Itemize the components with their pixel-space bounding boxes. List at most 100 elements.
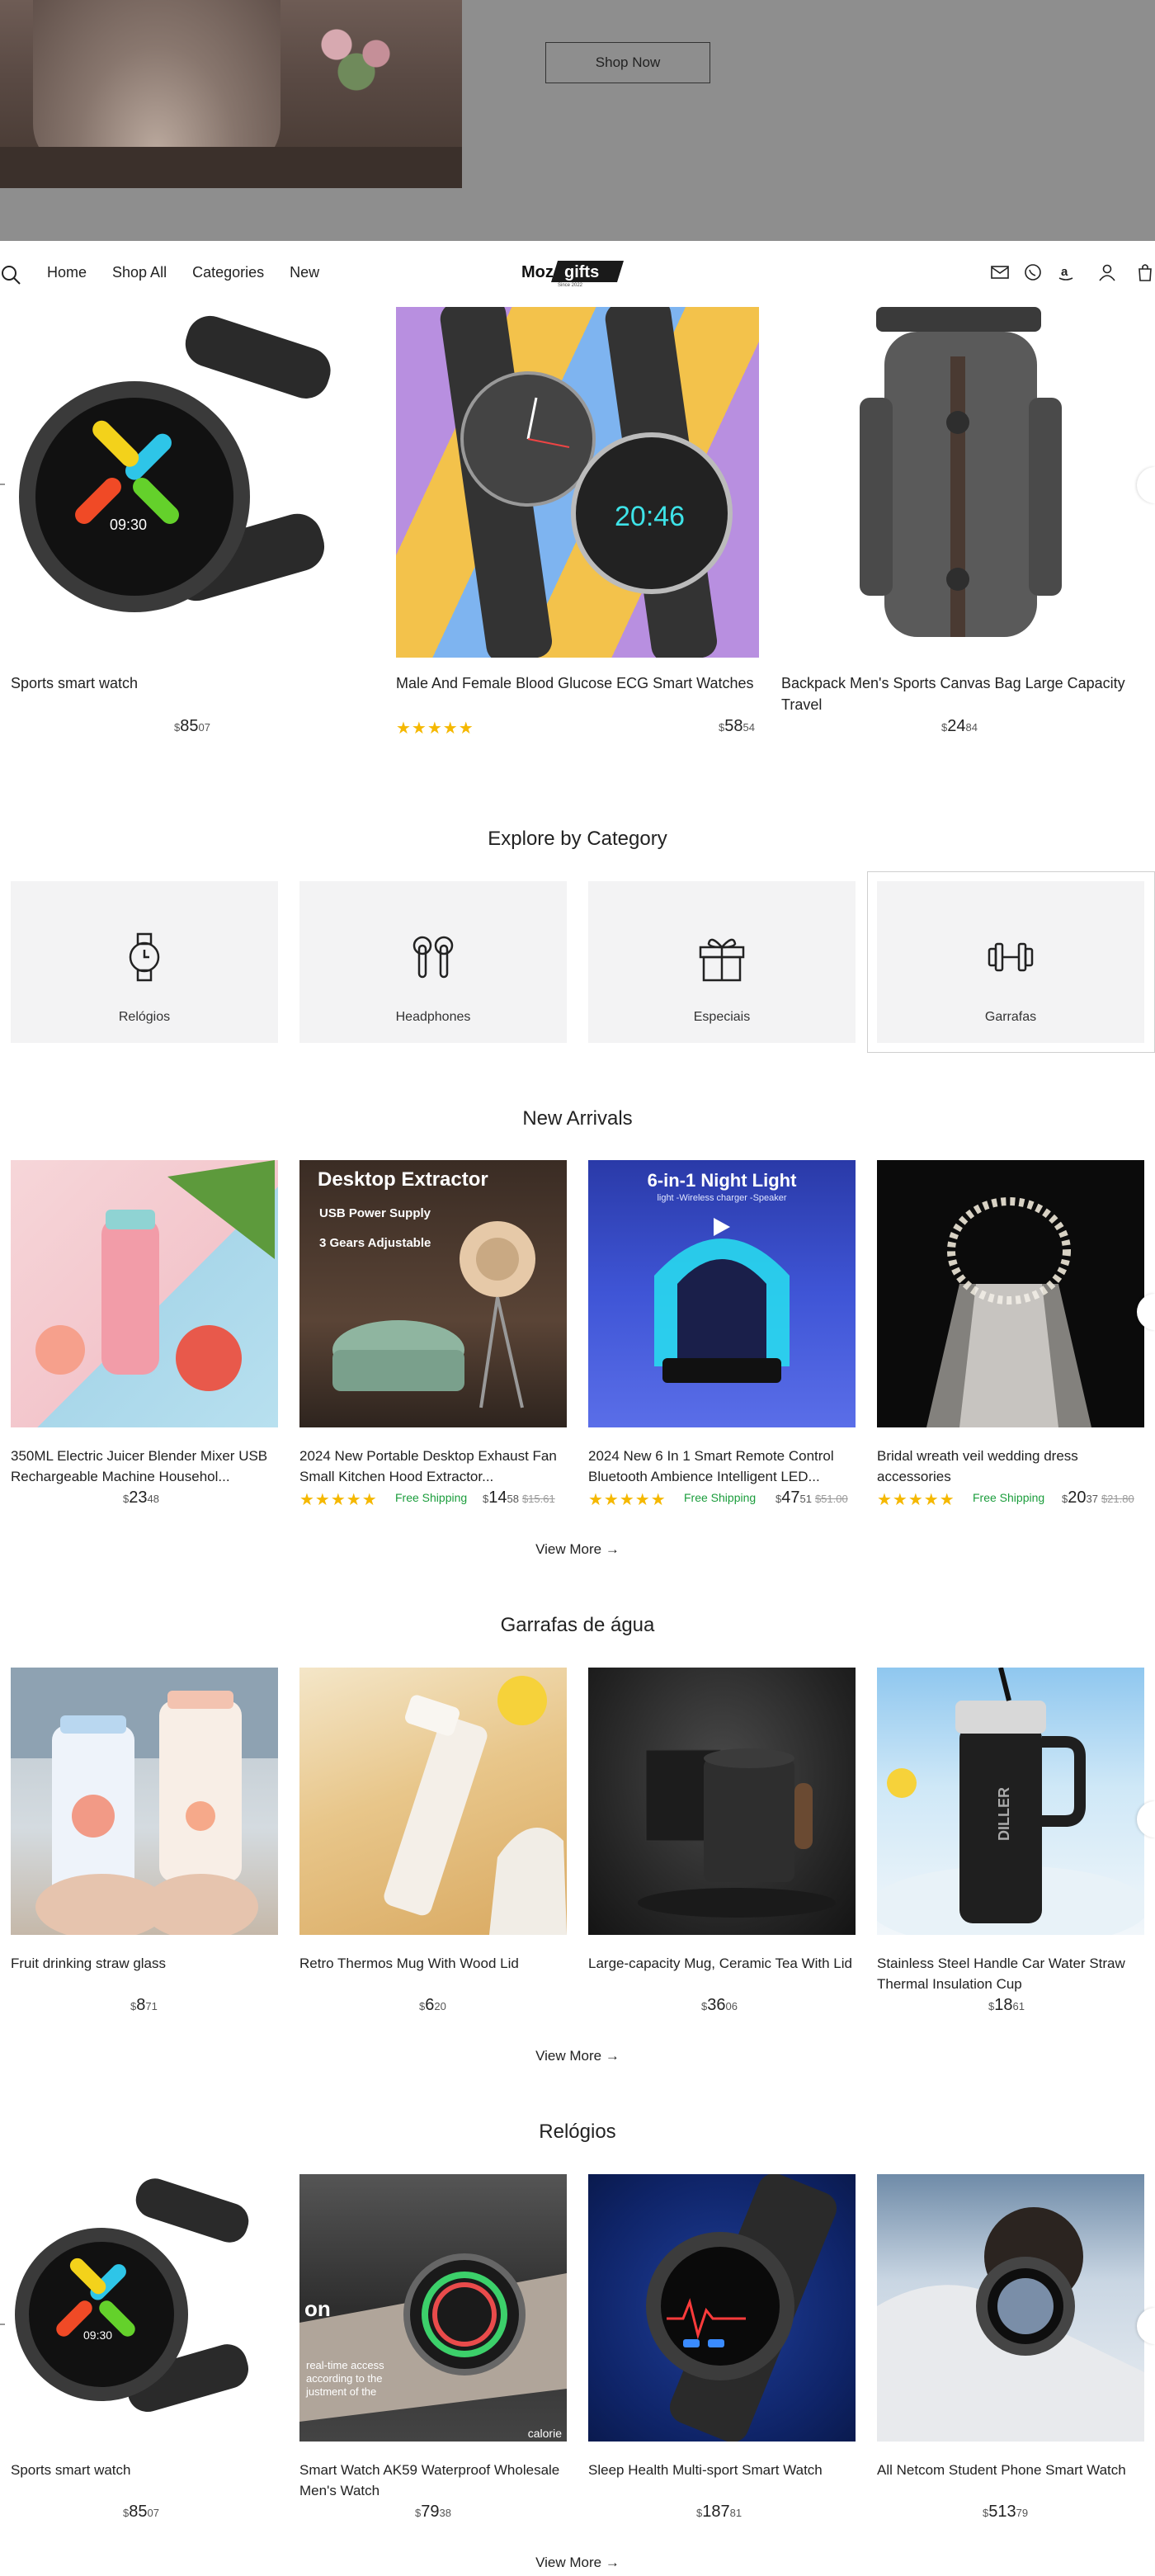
product-image[interactable] bbox=[877, 2174, 1144, 2442]
earbuds-icon bbox=[412, 936, 454, 979]
product-price: $2484 bbox=[941, 717, 978, 735]
product-card[interactable]: 350ML Electric Juicer Blender Mixer USB … bbox=[11, 1160, 278, 1508]
mail-icon[interactable] bbox=[990, 262, 1010, 282]
product-title[interactable]: 2024 New 6 In 1 Smart Remote Control Blu… bbox=[588, 1446, 856, 1487]
product-card[interactable]: Backpack Men's Sports Canvas Bag Large C… bbox=[781, 307, 1144, 737]
product-title[interactable]: Stainless Steel Handle Car Water Straw T… bbox=[877, 1953, 1144, 1994]
product-card[interactable]: 09:30 Sports smart watch $8507 bbox=[11, 2174, 278, 2522]
product-card[interactable]: 20:46 Male And Female Blood Glucose ECG … bbox=[396, 307, 759, 738]
section-title: New Arrivals bbox=[522, 1107, 633, 1130]
category-label: Relógios bbox=[118, 1010, 171, 1024]
amazon-icon[interactable]: a bbox=[1056, 262, 1076, 282]
product-title[interactable]: Retro Thermos Mug With Wood Lid bbox=[299, 1953, 567, 1994]
cart-icon[interactable] bbox=[1135, 262, 1155, 282]
nav-shop-all[interactable]: Shop All bbox=[112, 264, 167, 281]
product-image[interactable]: 6-in-1 Night Light light -Wireless charg… bbox=[588, 1160, 856, 1427]
section-title: Relógios bbox=[539, 2121, 616, 2143]
product-title[interactable]: Fruit drinking straw glass bbox=[11, 1953, 278, 1994]
product-image[interactable] bbox=[588, 2174, 856, 2442]
product-image[interactable]: DILLER bbox=[877, 1668, 1144, 1935]
section-title: Explore by Category bbox=[488, 828, 667, 850]
category-garrafas[interactable]: Garrafas bbox=[877, 881, 1144, 1043]
rating-stars: ★★★★★ bbox=[588, 1491, 667, 1509]
product-image[interactable]: on real-time access according to the jus… bbox=[299, 2174, 567, 2442]
slider-prev-indicator[interactable] bbox=[0, 484, 5, 485]
product-title[interactable]: Sports smart watch bbox=[11, 2460, 278, 2501]
nav-home[interactable]: Home bbox=[47, 264, 87, 281]
product-card[interactable]: Large-capacity Mug, Ceramic Tea With Lid… bbox=[588, 1668, 856, 2016]
rating-stars: ★★★★★ bbox=[396, 719, 474, 738]
product-card[interactable]: Fruit drinking straw glass $871 bbox=[11, 1668, 278, 2016]
svg-text:09:30: 09:30 bbox=[110, 517, 147, 533]
product-card[interactable]: DILLER Stainless Steel Handle Car Water … bbox=[877, 1668, 1144, 2016]
view-more-link[interactable]: View More → bbox=[0, 2555, 1155, 2571]
product-image[interactable] bbox=[877, 1160, 1144, 1427]
product-title[interactable]: 2024 New Portable Desktop Exhaust Fan Sm… bbox=[299, 1446, 567, 1487]
account-icon[interactable] bbox=[1097, 262, 1117, 282]
product-image[interactable]: 09:30 bbox=[11, 307, 374, 658]
product-image[interactable] bbox=[299, 1668, 567, 1935]
nav-categories[interactable]: Categories bbox=[192, 264, 264, 281]
hero-banner: Shop Now bbox=[0, 0, 1155, 241]
view-more-link[interactable]: View More → bbox=[0, 1541, 1155, 1558]
product-title[interactable]: 350ML Electric Juicer Blender Mixer USB … bbox=[11, 1446, 278, 1487]
product-title[interactable]: Backpack Men's Sports Canvas Bag Large C… bbox=[781, 672, 1144, 715]
hero-image bbox=[0, 0, 462, 188]
section-title: Garrafas de água bbox=[500, 1614, 655, 1636]
product-price: $1458 $15.61 bbox=[483, 1489, 555, 1507]
category-label: Garrafas bbox=[984, 1010, 1037, 1024]
product-image[interactable]: Desktop Extractor USB Power Supply 3 Gea… bbox=[299, 1160, 567, 1427]
whatsapp-icon[interactable] bbox=[1023, 262, 1043, 282]
product-title[interactable]: Male And Female Blood Glucose ECG Smart … bbox=[396, 672, 759, 715]
image-caption: calorie bbox=[527, 2427, 562, 2440]
product-image[interactable]: 09:30 bbox=[11, 2174, 278, 2442]
product-price: $8507 bbox=[123, 2503, 159, 2521]
category-label: Especiais bbox=[693, 1010, 751, 1024]
svg-text:09:30: 09:30 bbox=[83, 2328, 112, 2342]
product-image[interactable] bbox=[781, 307, 1144, 658]
site-logo[interactable]: Moz gifts Since 2022 bbox=[521, 257, 625, 288]
product-title[interactable]: Sleep Health Multi-sport Smart Watch bbox=[588, 2460, 856, 2501]
product-card[interactable]: Bridal wreath veil wedding dress accesso… bbox=[877, 1160, 1144, 1509]
category-headphones[interactable]: Headphones bbox=[299, 881, 567, 1043]
product-card[interactable]: Retro Thermos Mug With Wood Lid $620 bbox=[299, 1668, 567, 2016]
product-price: $1861 bbox=[988, 1996, 1025, 2014]
product-image[interactable] bbox=[11, 1160, 278, 1427]
arrow-right-icon: → bbox=[605, 2555, 620, 2570]
product-card[interactable]: on real-time access according to the jus… bbox=[299, 2174, 567, 2522]
arrow-right-icon: → bbox=[605, 1541, 620, 1557]
search-icon[interactable] bbox=[0, 264, 21, 285]
product-image[interactable] bbox=[11, 1668, 278, 1935]
product-title[interactable]: Smart Watch AK59 Waterproof Wholesale Me… bbox=[299, 2460, 567, 2501]
product-price: $2348 bbox=[123, 1489, 159, 1507]
product-card[interactable]: 6-in-1 Night Light light -Wireless charg… bbox=[588, 1160, 856, 1509]
site-header: Home Shop All Categories New Moz gifts S… bbox=[0, 241, 1155, 307]
image-caption: DILLER bbox=[996, 1787, 1012, 1841]
product-title[interactable]: Bridal wreath veil wedding dress accesso… bbox=[877, 1446, 1144, 1487]
rating-stars: ★★★★★ bbox=[877, 1491, 955, 1509]
product-price: $8507 bbox=[174, 717, 210, 735]
nav-new[interactable]: New bbox=[290, 264, 319, 281]
product-card[interactable]: All Netcom Student Phone Smart Watch $51… bbox=[877, 2174, 1144, 2522]
shop-now-button[interactable]: Shop Now bbox=[545, 42, 710, 83]
dumbbell-icon bbox=[988, 942, 1034, 972]
svg-text:gifts: gifts bbox=[564, 263, 599, 281]
header-actions: a bbox=[990, 262, 1155, 282]
product-price: $7938 bbox=[415, 2503, 451, 2521]
arrow-right-icon: → bbox=[605, 2048, 620, 2064]
product-price: $3606 bbox=[701, 1996, 738, 2014]
image-caption: real-time access according to the justme… bbox=[306, 2359, 384, 2398]
product-card[interactable]: Desktop Extractor USB Power Supply 3 Gea… bbox=[299, 1160, 567, 1509]
product-title[interactable]: Large-capacity Mug, Ceramic Tea With Lid bbox=[588, 1953, 856, 1994]
slider-prev-indicator[interactable] bbox=[0, 2324, 5, 2325]
product-card[interactable]: 09:30 Sports smart watch $8507 bbox=[11, 307, 374, 737]
category-especiais[interactable]: Especiais bbox=[588, 881, 856, 1043]
product-image[interactable]: 20:46 bbox=[396, 307, 759, 658]
product-title[interactable]: Sports smart watch bbox=[11, 672, 374, 715]
product-title[interactable]: All Netcom Student Phone Smart Watch bbox=[877, 2460, 1144, 2501]
view-more-link[interactable]: View More → bbox=[0, 2048, 1155, 2064]
free-shipping-badge: Free Shipping bbox=[684, 1491, 757, 1504]
product-card[interactable]: Sleep Health Multi-sport Smart Watch $18… bbox=[588, 2174, 856, 2522]
product-image[interactable] bbox=[588, 1668, 856, 1935]
category-relogios[interactable]: Relógios bbox=[11, 881, 278, 1043]
